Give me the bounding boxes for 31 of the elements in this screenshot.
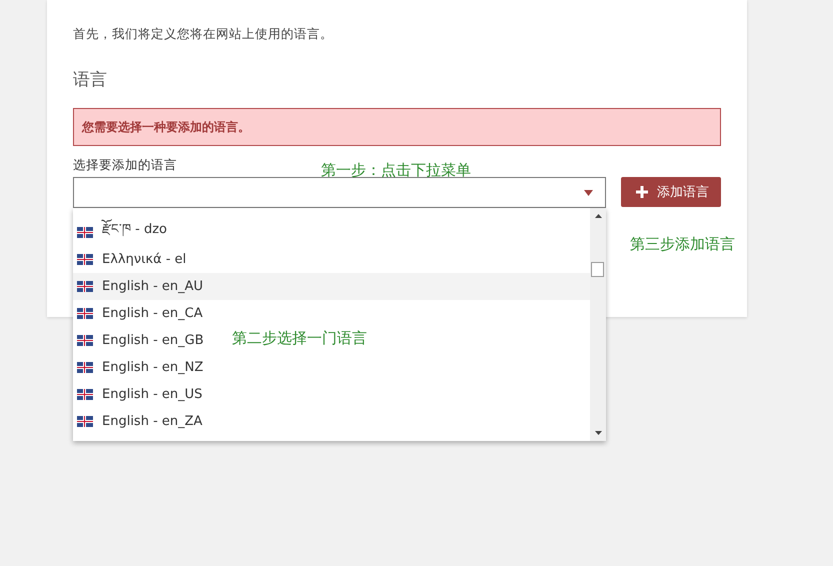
scrollbar[interactable] [590, 208, 606, 441]
annotation-text: 第二步选择一门语言 [232, 329, 367, 348]
language-option[interactable]: རྫོང་ཁ - dzo [102, 214, 167, 251]
error-message: 您需要选择一种要添加的语言。 [73, 108, 721, 146]
select-label: 选择要添加的语言 [73, 157, 177, 174]
plus-icon [636, 186, 648, 198]
flag-icon [77, 308, 93, 319]
flag-icon [77, 416, 93, 427]
flag-icon [77, 362, 93, 373]
flag-icon [77, 389, 93, 400]
language-option[interactable]: English - en_ZA [102, 414, 202, 429]
language-option[interactable]: Ελληνικά - el [102, 252, 186, 267]
scroll-thumb[interactable] [591, 262, 604, 277]
flag-icon [77, 335, 93, 346]
section-title: 语言 [73, 69, 108, 91]
language-option[interactable]: English - en_GB [102, 333, 204, 348]
language-option[interactable]: English - en_CA [102, 306, 203, 321]
add-language-button[interactable]: 添加语言 [621, 177, 721, 207]
language-option[interactable]: English - en_AU [102, 279, 204, 294]
language-select[interactable] [73, 177, 606, 208]
scroll-up-icon[interactable] [594, 214, 602, 218]
language-option[interactable]: English - en_NZ [102, 360, 204, 375]
language-option[interactable]: English - en_US [102, 387, 202, 402]
caret-icon [584, 190, 593, 196]
flag-icon [77, 254, 93, 265]
annotation-text: 第一步：点击下拉菜单 [321, 161, 471, 180]
scroll-down-icon[interactable] [594, 431, 602, 435]
annotation-text: 第三步添加语言 [630, 235, 735, 254]
intro-text: 首先，我们将定义您将在网站上使用的语言。 [73, 26, 334, 43]
flag-icon [77, 281, 93, 292]
flag-icon [77, 227, 93, 238]
